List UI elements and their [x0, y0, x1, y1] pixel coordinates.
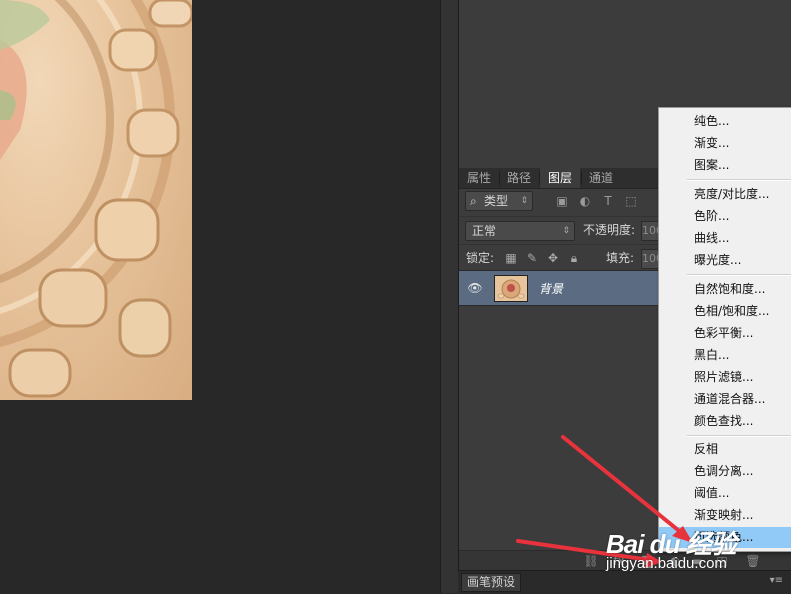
layer-filter-select[interactable]: ⌕ 类型 ⇕: [465, 191, 533, 211]
menu-item-pattern[interactable]: 图案...: [659, 155, 791, 176]
menu-item-gradient[interactable]: 渐变...: [659, 133, 791, 154]
lock-move-icon[interactable]: ✥: [546, 251, 560, 265]
menu-item-black-white[interactable]: 黑白...: [659, 345, 791, 366]
menu-item-levels[interactable]: 色阶...: [659, 206, 791, 227]
new-layer-icon[interactable]: ◳: [714, 553, 730, 569]
panel-menu-icon[interactable]: ▾≡: [770, 575, 783, 586]
menu-item-channel-mixer[interactable]: 通道混合器...: [659, 389, 791, 410]
trash-icon[interactable]: 🗑︎: [745, 553, 761, 569]
tab-channels[interactable]: 通道: [581, 168, 621, 188]
layer-thumbnail[interactable]: [494, 275, 528, 302]
layers-bottom-bar: ⛓︎ fx ◙ ◐ ▬ ◳ 🗑︎: [459, 550, 791, 571]
adjustment-layer-menu: 纯色... 渐变... 图案... 亮度/对比度... 色阶... 曲线... …: [658, 107, 791, 552]
adjustment-layer-icon[interactable]: ◐: [667, 553, 683, 569]
image-filter-icon[interactable]: ▣: [554, 193, 570, 209]
menu-item-invert[interactable]: 反相: [659, 439, 791, 460]
menu-item-selective-color[interactable]: 可选颜色...: [659, 527, 791, 548]
layer-name[interactable]: 背景: [539, 280, 563, 297]
menu-item-solid-color[interactable]: 纯色...: [659, 111, 791, 132]
menu-separator: [687, 435, 791, 437]
opacity-label: 不透明度:: [583, 223, 636, 237]
menu-item-vibrance[interactable]: 自然饱和度...: [659, 279, 791, 300]
tab-properties[interactable]: 属性: [459, 168, 499, 188]
document-image[interactable]: [0, 0, 192, 400]
tab-layers[interactable]: 图层: [540, 168, 581, 188]
text-filter-icon[interactable]: T: [600, 193, 616, 209]
menu-item-posterize[interactable]: 色调分离...: [659, 461, 791, 482]
menu-item-color-balance[interactable]: 色彩平衡...: [659, 323, 791, 344]
photo-artwork: [0, 0, 192, 398]
menu-item-hue-saturation[interactable]: 色相/饱和度...: [659, 301, 791, 322]
menu-item-color-lookup[interactable]: 颜色查找...: [659, 411, 791, 432]
search-icon: ⌕: [470, 194, 477, 208]
eye-icon[interactable]: 👁︎: [467, 280, 483, 296]
tab-paths[interactable]: 路径: [499, 168, 539, 188]
lock-all-icon[interactable]: 🔒︎: [567, 251, 581, 265]
blend-mode-select[interactable]: 正常 ⇕: [465, 221, 575, 241]
group-icon[interactable]: ▬: [689, 553, 705, 569]
fill-label: 填充:: [606, 251, 635, 265]
menu-separator: [687, 274, 791, 276]
menu-item-gradient-map[interactable]: 渐变映射...: [659, 505, 791, 526]
lock-brush-icon[interactable]: ✎: [525, 251, 539, 265]
menu-item-threshold[interactable]: 阈值...: [659, 483, 791, 504]
blend-mode-value: 正常: [472, 224, 497, 238]
document-canvas-area[interactable]: [0, 0, 440, 593]
tab-brush-presets[interactable]: 画笔预设: [461, 573, 522, 592]
mask-icon[interactable]: ◙: [639, 553, 655, 569]
layer-filter-value: 类型: [484, 194, 509, 208]
menu-item-brightness-contrast[interactable]: 亮度/对比度...: [659, 184, 791, 205]
adjustment-filter-icon[interactable]: ◐: [577, 193, 593, 209]
chevron-updown-icon: ⇕: [520, 196, 528, 206]
panel-divider[interactable]: [440, 0, 459, 593]
menu-item-photo-filter[interactable]: 照片滤镜...: [659, 367, 791, 388]
shape-filter-icon[interactable]: ⬚: [623, 193, 639, 209]
lock-transparent-icon[interactable]: ▦: [504, 251, 518, 265]
thumbnail-artwork: [495, 276, 527, 301]
menu-item-exposure[interactable]: 曝光度...: [659, 250, 791, 271]
chevron-updown-icon: ⇕: [562, 226, 570, 236]
fx-icon[interactable]: fx: [611, 553, 627, 569]
lock-label: 锁定:: [466, 251, 495, 265]
menu-separator: [687, 179, 791, 181]
bottom-panel-strip: 画笔预设 ▾≡: [458, 570, 791, 594]
menu-item-curves[interactable]: 曲线...: [659, 228, 791, 249]
link-icon[interactable]: ⛓︎: [583, 553, 599, 569]
